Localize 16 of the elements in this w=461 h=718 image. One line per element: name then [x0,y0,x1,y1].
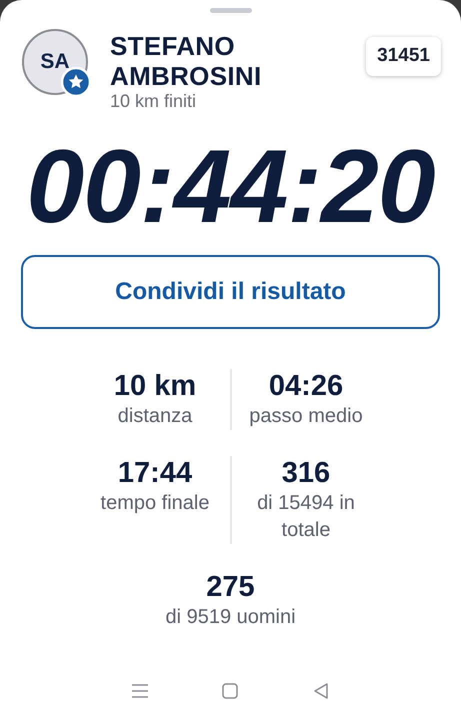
stat-value: 275 [205,570,256,604]
share-button[interactable]: Condividi il risultato [21,255,440,329]
stat-label: di 15494 in totale [256,491,356,543]
stat-label: tempo finale [100,491,210,516]
stat-value: 10 km [112,369,198,403]
runner-subtitle: 10 km finiti [110,91,198,111]
stat-value: 04:26 [268,369,344,403]
stat-label: di 9519 uomini [164,605,297,630]
stat-value: 316 [280,456,332,490]
bib-number: 31451 [366,37,441,76]
stat-value: 17:44 [116,456,194,490]
runner-name: STEFANO AMBROSINI [110,31,262,91]
stat-label: distanza [116,404,194,429]
finish-time: 00:44:20 [25,135,436,239]
stat-label: passo medio [248,404,364,429]
star-icon [61,67,91,97]
